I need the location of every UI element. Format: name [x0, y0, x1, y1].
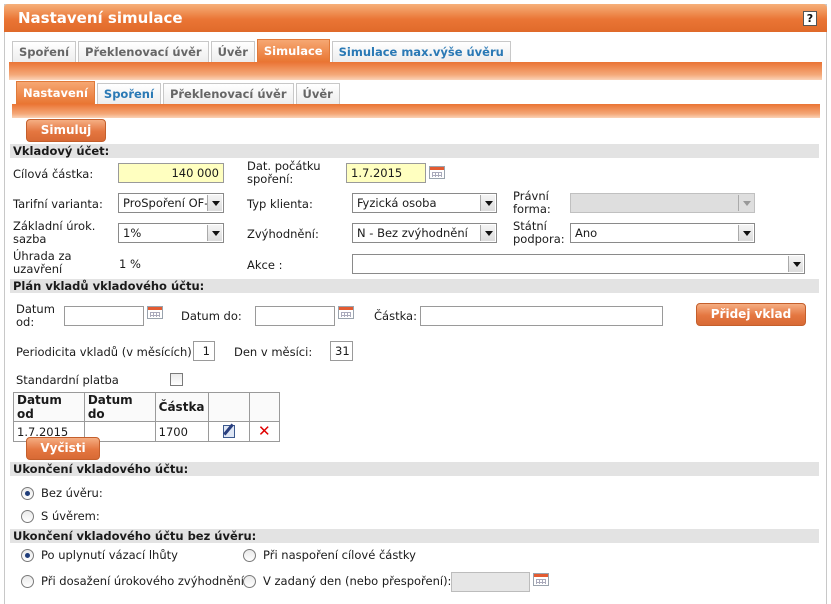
radio-target-amount-reached[interactable] [243, 549, 256, 562]
date-to-label: Datum do: [181, 309, 242, 323]
closing-fee-value: 1 % [119, 257, 141, 271]
tab-sporeni[interactable]: Spoření [12, 41, 77, 63]
after-binding-period-label: Po uplynutí vázací lhůty [41, 548, 178, 562]
amount-label: Částka: [374, 309, 417, 323]
section-termination-no-loan: Ukončení vkladového účtu bez úvěru: [10, 529, 819, 543]
simulate-button[interactable]: Simuluj [26, 119, 106, 142]
closing-fee-label: Úhrada za uzavření [13, 249, 72, 276]
client-type-value: Fyzická osoba [357, 196, 437, 210]
subtab-preklenovaci-uver[interactable]: Překlenovací úvěr [162, 83, 294, 105]
interest-advantage-label: Při dosažení úrokového zvýhodnění [41, 574, 245, 588]
state-support-label: Státní podpora: [513, 219, 565, 246]
chevron-down-icon [480, 225, 495, 241]
amount-input[interactable] [420, 306, 663, 326]
radio-after-binding-period[interactable] [21, 549, 34, 562]
day-in-month-label: Den v měsíci: [234, 345, 313, 359]
start-date-label: Dat. počátku spoření: [247, 159, 321, 186]
section-deposit-plan: Plán vkladů vkladového účtu: [10, 279, 819, 293]
date-from-label: Datum od: [16, 302, 55, 329]
delete-icon[interactable]: ✕ [258, 424, 271, 439]
date-from-input[interactable] [64, 306, 144, 326]
help-button[interactable]: ? [803, 11, 817, 26]
top-tab-band [9, 62, 822, 80]
calendar-icon[interactable] [429, 166, 445, 179]
section-termination: Ukončení vkladového účtu: [10, 462, 819, 476]
tariff-select[interactable]: ProSpoření OF- [118, 193, 224, 213]
sub-tab-band [12, 104, 820, 118]
tariff-value: ProSpoření OF- [123, 196, 209, 210]
advantage-select[interactable]: N - Bez zvýhodnění [352, 223, 497, 243]
tab-simulace-max[interactable]: Simulace max.výše úvěru [331, 41, 511, 63]
target-amount-input[interactable]: 140 000 [118, 163, 224, 183]
add-deposit-button[interactable]: Přidej vklad [696, 303, 806, 326]
legal-form-label: Právní forma: [513, 189, 551, 216]
chevron-down-icon [207, 195, 222, 211]
column-header: Datum do [83, 392, 156, 422]
chevron-down-icon [480, 195, 495, 211]
start-date-input[interactable]: 1.7.2015 [346, 163, 426, 183]
chevron-down-icon [738, 195, 753, 211]
day-in-month-input[interactable]: 31 [330, 341, 353, 361]
top-tab-bar: Spoření Překlenovací úvěr Úvěr Simulace … [12, 39, 513, 63]
base-rate-select[interactable]: 1% [118, 223, 224, 243]
radio-given-day[interactable] [243, 575, 256, 588]
delete-cell: ✕ [248, 421, 281, 442]
given-day-input [451, 572, 530, 592]
column-header [248, 392, 281, 422]
deposit-table: Datum od Datum do Částka 1.7.2015 1700 ✕ [13, 392, 281, 442]
column-header [208, 392, 250, 422]
target-amount-label: Cílová částka: [13, 167, 94, 181]
client-type-label: Typ klienta: [247, 197, 313, 211]
calendar-icon[interactable] [338, 306, 354, 319]
calendar-icon[interactable] [147, 306, 163, 319]
chevron-down-icon [738, 225, 753, 241]
column-header: Datum od [13, 392, 85, 422]
with-loan-label: S úvěrem: [41, 509, 100, 523]
legal-form-select [570, 193, 755, 213]
radio-without-loan[interactable] [21, 487, 34, 500]
tariff-label: Tarifní varianta: [13, 197, 103, 211]
date-to-input[interactable] [255, 306, 335, 326]
action-label: Akce : [247, 258, 283, 272]
edit-cell [208, 421, 250, 442]
window-title: Nastavení simulace [18, 9, 183, 27]
subtab-uver[interactable]: Úvěr [295, 83, 340, 105]
state-support-select[interactable]: Ano [570, 223, 755, 243]
standard-payment-label: Standardní platba [16, 373, 119, 387]
clear-button[interactable]: Vyčisti [26, 437, 100, 460]
base-rate-value: 1% [123, 226, 142, 240]
periodicity-input[interactable]: 1 [193, 341, 215, 361]
calendar-icon[interactable] [533, 573, 549, 586]
tab-simulace[interactable]: Simulace [256, 39, 330, 63]
title-bar: Nastavení simulace ? [4, 4, 827, 32]
subtab-nastaveni[interactable]: Nastavení [16, 81, 95, 105]
without-loan-label: Bez úvěru: [41, 486, 103, 500]
column-header: Částka [154, 392, 210, 422]
action-select[interactable] [352, 254, 805, 274]
table-header-row: Datum od Datum do Částka [13, 392, 281, 422]
section-deposit-account: Vkladový účet: [10, 144, 819, 158]
cell-amount: 1700 [154, 421, 210, 442]
tab-uver[interactable]: Úvěr [210, 41, 255, 63]
standard-payment-checkbox[interactable] [170, 373, 183, 386]
radio-with-loan[interactable] [21, 510, 34, 523]
advantage-label: Zvýhodnění: [247, 227, 319, 241]
sub-tab-bar: Nastavení Spoření Překlenovací úvěr Úvěr [16, 81, 342, 105]
radio-interest-advantage[interactable] [21, 575, 34, 588]
given-day-label: V zadaný den (nebo přespoření): [263, 574, 452, 588]
advantage-value: N - Bez zvýhodnění [357, 226, 468, 240]
chevron-down-icon [788, 256, 803, 272]
client-type-select[interactable]: Fyzická osoba [352, 193, 497, 213]
state-support-value: Ano [575, 226, 598, 240]
periodicity-label: Periodicita vkladů (v měsících): [16, 345, 196, 359]
chevron-down-icon [207, 225, 222, 241]
target-amount-reached-label: Při naspoření cílové částky [263, 548, 416, 562]
subtab-sporeni[interactable]: Spoření [96, 83, 161, 105]
edit-icon[interactable] [222, 423, 236, 438]
base-rate-label: Základní úrok. sazba [13, 219, 96, 246]
tab-preklenovaci-uver[interactable]: Překlenovací úvěr [78, 41, 209, 63]
